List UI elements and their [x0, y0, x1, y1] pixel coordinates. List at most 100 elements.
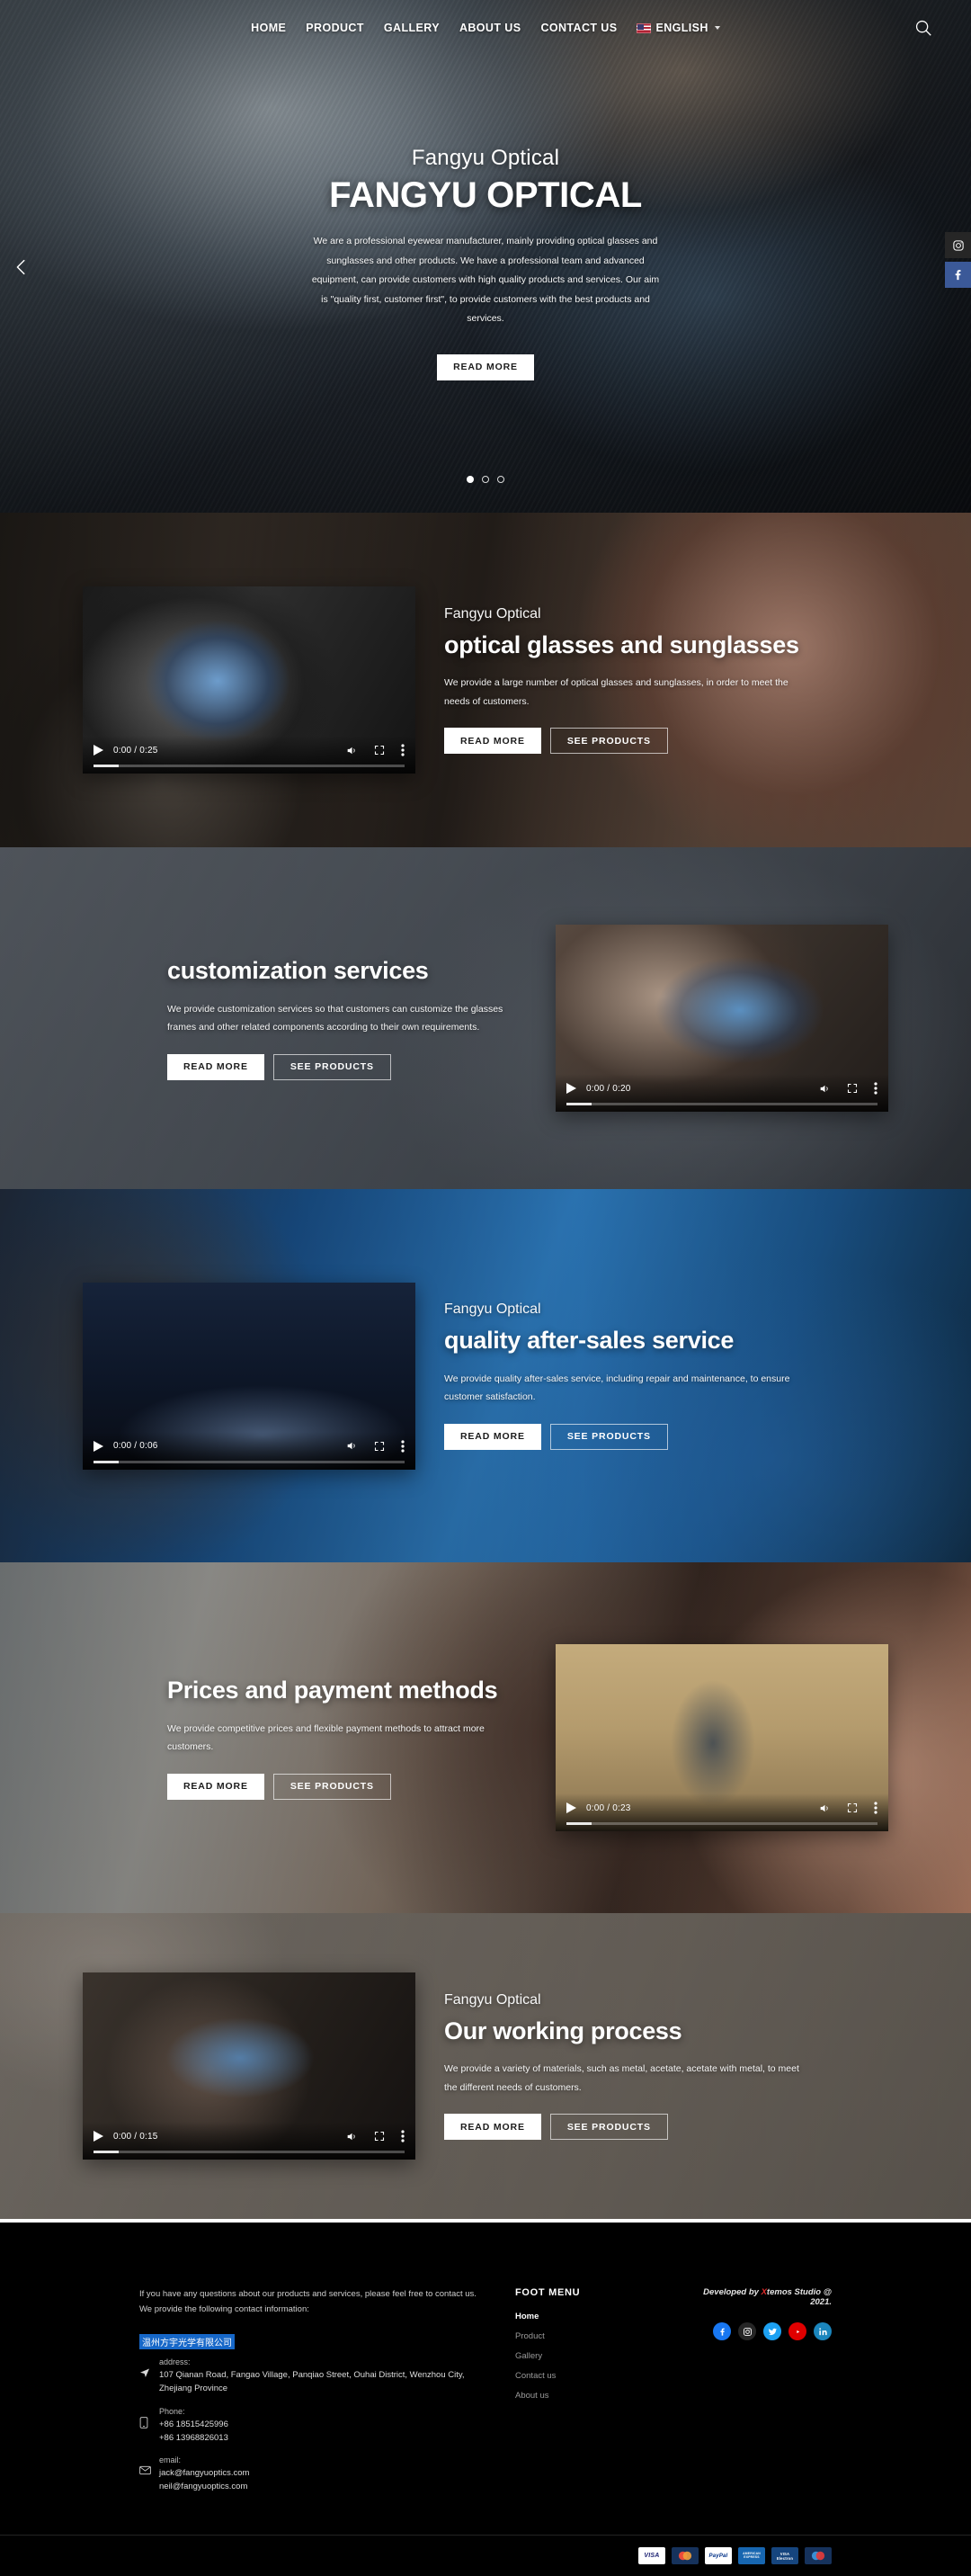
footer-menu-about-us[interactable]: About us: [515, 2391, 650, 2401]
section-paragraph: We provide competitive prices and flexib…: [167, 1722, 485, 1753]
more-options-icon[interactable]: [874, 1082, 877, 1095]
video-progress-bar[interactable]: [94, 765, 405, 767]
nav-home[interactable]: HOME: [251, 22, 286, 34]
see-products-button[interactable]: SEE PRODUCTS: [549, 2114, 668, 2141]
video-progress-fill: [94, 2151, 119, 2153]
video-player[interactable]: 0:00 / 0:23: [556, 1644, 888, 1831]
hero-eyebrow: Fangyu Optical: [411, 146, 560, 170]
video-controls: 0:00 / 0:23: [556, 1793, 888, 1831]
linkedin-icon[interactable]: [814, 2322, 832, 2340]
language-switcher[interactable]: ENGLISH: [637, 22, 720, 34]
floating-social-bar: [945, 232, 971, 288]
maestro-icon: [805, 2547, 832, 2565]
footer-email-2[interactable]: neil@fangyuoptics.com: [159, 2480, 249, 2493]
volume-icon[interactable]: [345, 745, 358, 756]
section-button-row: READ MORE SEE PRODUCTS: [444, 1423, 804, 1450]
footer-bottom-bar: VISA PayPal AMERICAN EXPRESS VISA Electr…: [0, 2535, 971, 2576]
video-time-label: 0:00 / 0:23: [586, 1802, 631, 1813]
search-icon[interactable]: [913, 18, 933, 38]
footer-credit-column: Developed by Xtemos Studio @ 2021.: [686, 2287, 832, 2504]
footer-company-name: 温州方宇光学有限公司: [139, 2334, 235, 2350]
see-products-button[interactable]: SEE PRODUCTS: [549, 728, 668, 755]
fullscreen-icon[interactable]: [374, 745, 385, 756]
volume-icon[interactable]: [818, 1083, 831, 1095]
play-icon[interactable]: [566, 1083, 576, 1094]
more-options-icon[interactable]: [401, 744, 405, 756]
read-more-button[interactable]: READ MORE: [444, 2114, 541, 2141]
video-player[interactable]: 0:00 / 0:15: [83, 1972, 415, 2160]
footer-menu-home[interactable]: Home: [515, 2312, 650, 2321]
read-more-button[interactable]: READ MORE: [167, 1773, 264, 1800]
nav-gallery[interactable]: GALLERY: [384, 22, 440, 34]
video-progress-bar[interactable]: [566, 1822, 877, 1825]
nav-product[interactable]: PRODUCT: [306, 22, 364, 34]
footer-email-label: email:: [159, 2455, 182, 2464]
footer-intro-text: If you have any questions about our prod…: [139, 2289, 477, 2314]
video-progress-bar[interactable]: [94, 2151, 405, 2153]
footer-menu-gallery[interactable]: Gallery: [515, 2351, 650, 2361]
read-more-button[interactable]: READ MORE: [444, 1423, 541, 1450]
video-column: 0:00 / 0:15: [83, 1972, 415, 2160]
footer-email-1[interactable]: jack@fangyuoptics.com: [159, 2466, 249, 2480]
section-inner: 0:00 / 0:23 Prices and payment methods W…: [0, 1562, 971, 1913]
more-options-icon[interactable]: [874, 1802, 877, 1814]
fullscreen-icon[interactable]: [847, 1802, 858, 1813]
video-player[interactable]: 0:00 / 0:25: [83, 586, 415, 774]
section-paragraph: We provide a variety of materials, such …: [444, 2063, 799, 2093]
play-icon[interactable]: [94, 2131, 103, 2142]
hero-read-more-button[interactable]: READ MORE: [437, 353, 534, 380]
see-products-button[interactable]: SEE PRODUCTS: [272, 1053, 391, 1080]
section-title: optical glasses and sunglasses: [444, 631, 799, 658]
hero-paragraph: We are a professional eyewear manufactur…: [311, 236, 660, 325]
play-icon[interactable]: [94, 1440, 103, 1452]
volume-icon[interactable]: [818, 1802, 831, 1814]
footer-email-line: email: jack@fangyuoptics.com neil@fangyu…: [139, 2455, 479, 2493]
nav-about-us[interactable]: ABOUT US: [459, 22, 521, 34]
section-button-row: READ MORE SEE PRODUCTS: [167, 1773, 527, 1800]
twitter-icon[interactable]: [763, 2322, 781, 2340]
see-products-button[interactable]: SEE PRODUCTS: [549, 1423, 668, 1450]
video-progress-bar[interactable]: [94, 1460, 405, 1463]
text-column: customization services We provide custom…: [167, 956, 527, 1080]
video-controls-right: [345, 2130, 405, 2142]
read-more-button[interactable]: READ MORE: [444, 728, 541, 755]
video-controls-left: 0:00 / 0:20: [566, 1083, 630, 1094]
footer-menu-product[interactable]: Product: [515, 2331, 650, 2341]
page-root: HOME PRODUCT GALLERY ABOUT US CONTACT US…: [0, 0, 971, 2576]
main-navigation: HOME PRODUCT GALLERY ABOUT US CONTACT US…: [251, 22, 720, 34]
play-icon[interactable]: [566, 1802, 576, 1813]
slider-dot-1[interactable]: [467, 476, 474, 483]
more-options-icon[interactable]: [401, 1439, 405, 1453]
facebook-icon[interactable]: [713, 2322, 731, 2340]
fullscreen-icon[interactable]: [847, 1083, 858, 1094]
facebook-float-button[interactable]: [945, 262, 971, 288]
envelope-icon: [139, 2465, 151, 2493]
nav-contact-us[interactable]: CONTACT US: [540, 22, 617, 34]
fullscreen-icon[interactable]: [374, 2131, 385, 2142]
video-progress-bar[interactable]: [566, 1103, 877, 1105]
site-footer: If you have any questions about our prod…: [0, 2223, 971, 2576]
footer-phone-1[interactable]: +86 18515425996: [159, 2418, 228, 2431]
section-button-row: READ MORE SEE PRODUCTS: [167, 1053, 527, 1080]
slider-prev-button[interactable]: [12, 257, 31, 277]
section-title: customization services: [167, 957, 429, 985]
video-player[interactable]: 0:00 / 0:06: [83, 1282, 415, 1470]
visa-electron-icon: VISA Electron: [771, 2547, 798, 2565]
video-progress-fill: [566, 1822, 592, 1825]
footer-phone-2[interactable]: +86 13968826013: [159, 2431, 228, 2445]
slider-dot-2[interactable]: [482, 476, 489, 483]
slider-dot-3[interactable]: [497, 476, 504, 483]
instagram-float-button[interactable]: [945, 232, 971, 258]
play-icon[interactable]: [94, 745, 103, 756]
instagram-icon[interactable]: [738, 2322, 756, 2340]
video-player[interactable]: 0:00 / 0:20: [556, 925, 888, 1112]
more-options-icon[interactable]: [401, 2130, 405, 2142]
fullscreen-icon[interactable]: [374, 1441, 385, 1452]
youtube-icon[interactable]: [788, 2322, 806, 2340]
volume-icon[interactable]: [345, 2131, 358, 2142]
read-more-button[interactable]: READ MORE: [167, 1053, 264, 1080]
see-products-button[interactable]: SEE PRODUCTS: [272, 1773, 391, 1800]
footer-menu-contact-us[interactable]: Contact us: [515, 2371, 650, 2381]
volume-icon[interactable]: [345, 1440, 358, 1452]
developer-credit-suffix: temos Studio @ 2021.: [766, 2287, 832, 2307]
